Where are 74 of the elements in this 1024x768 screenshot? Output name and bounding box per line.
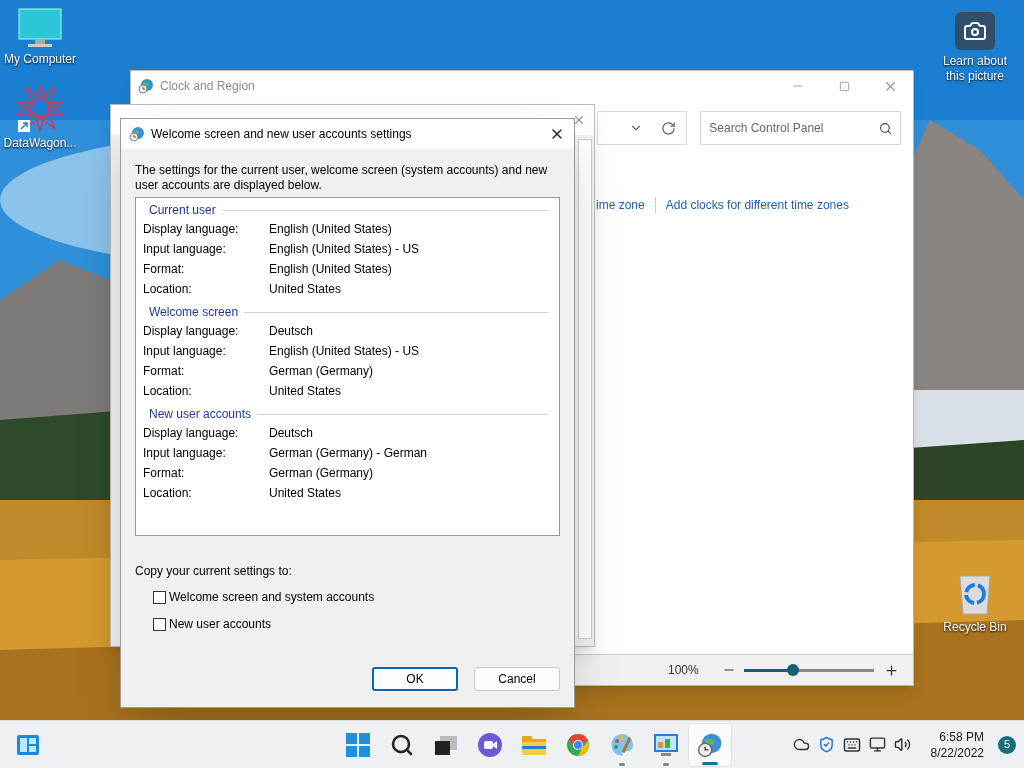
globe-clock-icon xyxy=(138,78,154,94)
dialog-title: Welcome screen and new user accounts settings xyxy=(151,126,412,143)
setting-value: German (Germany) - German xyxy=(269,445,428,462)
group-title: New user accounts xyxy=(149,406,252,423)
checkbox[interactable] xyxy=(153,590,166,604)
window-title: Clock and Region xyxy=(160,78,255,95)
browser-icon[interactable] xyxy=(566,732,590,757)
keyboard-icon[interactable] xyxy=(842,735,861,754)
zoom-slider[interactable] xyxy=(744,663,874,677)
folder-icon[interactable] xyxy=(521,733,547,756)
setting-value: English (United States) - US xyxy=(269,241,420,258)
link[interactable]: Add clocks for different time zones xyxy=(665,196,849,214)
search-field[interactable]: Search Control Panel xyxy=(709,119,879,137)
desktop-icon-label[interactable]: My Computer xyxy=(4,52,76,66)
chat-icon[interactable] xyxy=(477,731,503,758)
checkbox[interactable] xyxy=(153,617,166,631)
palette-icon[interactable] xyxy=(609,731,635,758)
setting-label: Input language: xyxy=(143,343,227,360)
recycle-bin-icon xyxy=(957,572,993,616)
windows-logo-icon[interactable] xyxy=(346,732,370,757)
setting-label: Location: xyxy=(143,485,193,502)
setting-value: United States xyxy=(269,383,342,400)
clock-time[interactable]: 6:58 PM xyxy=(939,728,984,745)
control-panel-icon[interactable] xyxy=(653,732,679,757)
setting-label: Format: xyxy=(143,363,186,380)
setting-value: United States xyxy=(269,281,342,298)
desktop-icon-label[interactable]: Learn about this picture xyxy=(933,54,1017,84)
star-icon xyxy=(16,84,64,132)
dialog-button[interactable]: OK xyxy=(372,667,458,691)
notification-badge[interactable]: 5 xyxy=(998,735,1016,754)
copy-label: Copy your current settings to: xyxy=(135,563,293,580)
zoom-in-icon[interactable] xyxy=(884,662,899,678)
search-field[interactable]: Search Control Panel xyxy=(700,111,901,145)
setting-label: Display language: xyxy=(143,221,240,238)
slider-thumb[interactable] xyxy=(787,664,800,676)
setting-label: Location: xyxy=(143,383,193,400)
desktop-icon-label[interactable]: Recycle Bin xyxy=(933,620,1017,635)
setting-label: Format: xyxy=(143,261,186,278)
checkbox-label[interactable]: New user accounts xyxy=(169,615,272,633)
search-icon[interactable] xyxy=(390,732,414,757)
volume-icon[interactable] xyxy=(893,736,911,753)
setting-value: English (United States) xyxy=(269,221,392,238)
cloud-icon[interactable] xyxy=(792,736,810,753)
setting-value: English (United States) xyxy=(269,261,392,278)
camera-icon xyxy=(955,12,995,50)
search-icon[interactable] xyxy=(879,121,892,135)
setting-label: Display language: xyxy=(143,425,240,442)
setting-label: Input language: xyxy=(143,241,227,258)
setting-value: Deutsch xyxy=(269,425,314,442)
setting-value: English (United States) - US xyxy=(269,343,420,360)
refresh-icon[interactable] xyxy=(661,120,677,136)
globe-clock-icon xyxy=(129,126,145,142)
shield-icon[interactable] xyxy=(817,736,835,753)
globe-clock-icon xyxy=(697,731,723,758)
setting-label: Input language: xyxy=(143,445,227,462)
link[interactable]: ime zone xyxy=(596,196,645,214)
setting-value: German (Germany) xyxy=(269,363,374,380)
setting-value: Deutsch xyxy=(269,323,314,340)
group-title: Welcome screen xyxy=(149,304,239,321)
setting-label: Location: xyxy=(143,281,193,298)
network-icon[interactable] xyxy=(868,736,886,753)
checkbox-label[interactable]: Welcome screen and system accounts xyxy=(169,588,375,606)
setting-label: Display language: xyxy=(143,323,240,340)
zoom-reading: 100% xyxy=(668,662,700,679)
description: The settings for the current user, welcome screen (system accounts) and new user accounts are displayed below. xyxy=(135,163,549,193)
widgets-icon[interactable] xyxy=(16,733,40,756)
setting-value: German (Germany) xyxy=(269,465,374,482)
dialog-button[interactable]: Cancel xyxy=(474,667,560,691)
task-view-icon[interactable] xyxy=(434,733,458,756)
clock-date[interactable]: 8/22/2022 xyxy=(930,744,984,761)
setting-label: Format: xyxy=(143,465,186,482)
monitor-icon xyxy=(18,8,62,48)
setting-value: United States xyxy=(269,485,342,502)
group-title: Current user xyxy=(149,202,216,219)
